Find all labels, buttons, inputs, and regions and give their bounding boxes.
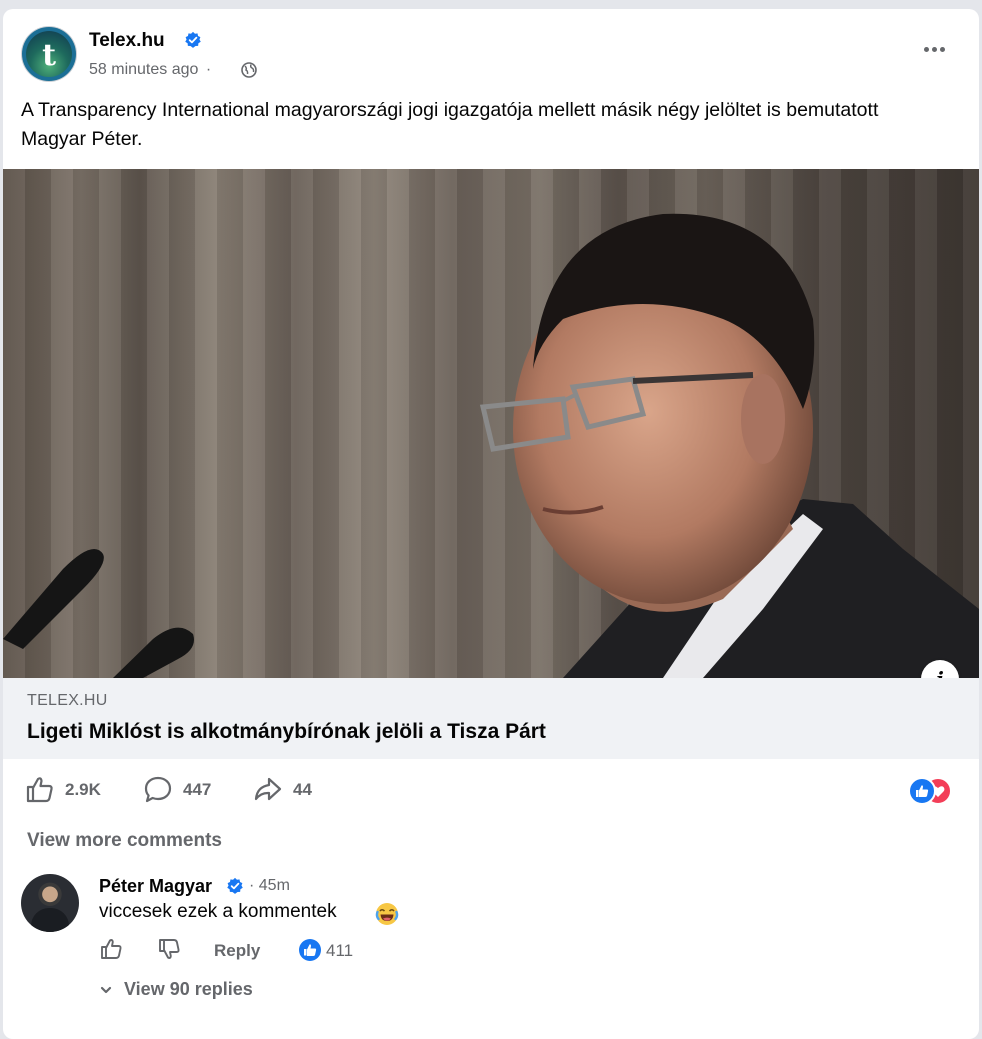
verified-icon — [185, 31, 201, 48]
globe-icon — [241, 62, 257, 78]
like-reaction-icon — [908, 777, 936, 805]
reply-button[interactable]: Reply — [214, 941, 260, 961]
thumbs-down-icon[interactable] — [157, 937, 181, 961]
comment-count: 447 — [183, 780, 212, 799]
post-text: A Transparency International magyarorszá… — [21, 99, 879, 150]
svg-text:t: t — [42, 38, 56, 73]
portrait-illustration — [3, 213, 979, 678]
laughing-emoji-icon — [375, 903, 399, 925]
comment-like-icon[interactable] — [99, 937, 123, 961]
share-icon — [254, 777, 282, 801]
post-time[interactable]: 58 minutes ago — [89, 61, 198, 78]
link-domain: TELEX.HU — [27, 692, 108, 709]
post-meta: 58 minutes ago · — [89, 61, 214, 79]
commenter-avatar[interactable] — [21, 874, 79, 932]
commenter-name[interactable]: Péter Magyar — [99, 876, 212, 897]
page-name[interactable]: Telex.hu — [89, 30, 165, 52]
comment-text: viccesek ezek a kommentek — [99, 901, 337, 922]
reaction-summary[interactable] — [908, 777, 960, 805]
share-button[interactable]: 44 — [253, 775, 333, 803]
comment-actions: Reply 411 — [99, 937, 499, 963]
engagement-bar: 2.9K 447 44 — [3, 769, 979, 809]
post-image[interactable] — [3, 169, 979, 678]
page-avatar[interactable]: t — [22, 27, 76, 81]
like-icon — [26, 777, 53, 803]
view-more-comments[interactable]: View more comments — [27, 830, 222, 852]
comment-like-count: 411 — [326, 941, 354, 960]
more-icon — [924, 47, 929, 52]
comment-time[interactable]: · 45m — [249, 877, 290, 895]
post-card: t Telex.hu 58 minutes ago · A Transparen… — [3, 9, 979, 1039]
comment-icon — [144, 776, 172, 803]
view-replies-label: View 90 replies — [124, 979, 253, 999]
meta-separator: · — [205, 61, 212, 78]
share-count: 44 — [293, 780, 312, 799]
like-count: 2.9K — [65, 780, 101, 799]
commenter-verified-icon — [227, 877, 243, 894]
comment-like-badge-icon[interactable] — [299, 939, 321, 961]
chevron-down-icon — [100, 986, 112, 994]
telex-logo-icon: t — [42, 38, 56, 73]
comment-button[interactable]: 447 — [143, 775, 233, 803]
post-header: t Telex.hu 58 minutes ago · — [3, 9, 979, 89]
link-preview[interactable]: TELEX.HU Ligeti Miklóst is alkotmánybíró… — [3, 678, 979, 759]
link-title[interactable]: Ligeti Miklóst is alkotmánybírónak jelöl… — [27, 720, 546, 744]
more-options-button[interactable] — [923, 39, 953, 59]
view-replies-button[interactable]: View 90 replies — [100, 979, 253, 1000]
like-button[interactable]: 2.9K — [25, 775, 125, 803]
